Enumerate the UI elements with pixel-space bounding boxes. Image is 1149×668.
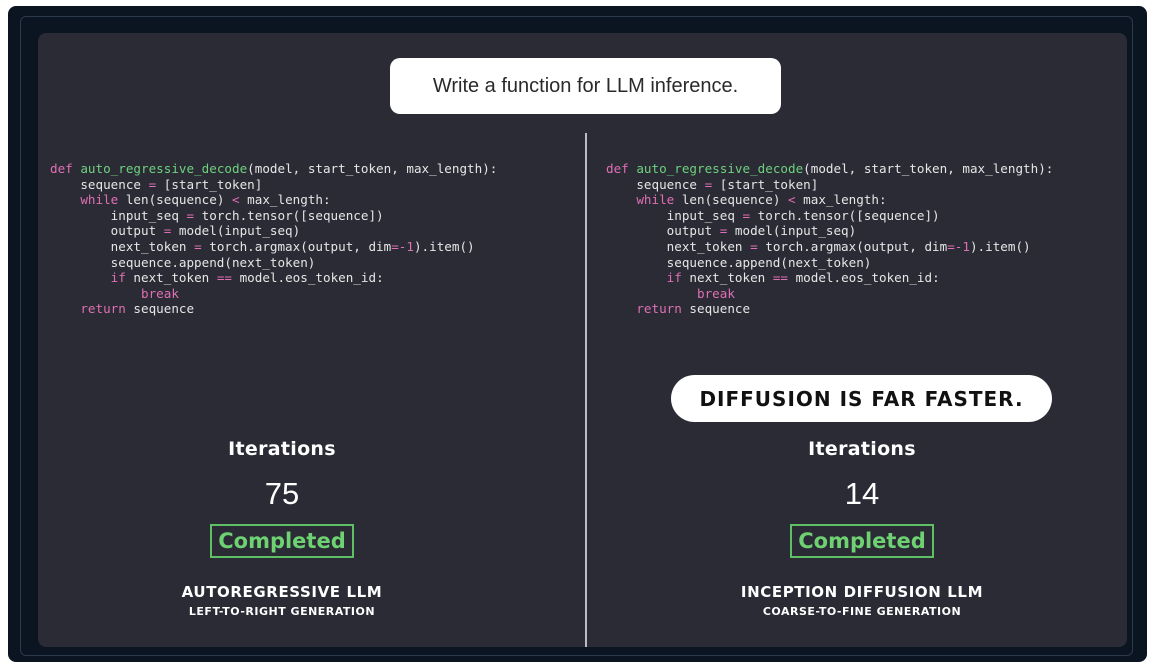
- code-token: input_seq: [50, 207, 187, 223]
- code-line: while len(sequence) < max_length:: [50, 192, 331, 208]
- code-block-diffusion: def auto_regressive_decode(model, start_…: [606, 161, 1053, 317]
- code-token: =: [742, 207, 751, 223]
- code-token: sequence: [125, 301, 195, 317]
- code-line: def auto_regressive_decode(model, start_…: [50, 161, 497, 176]
- iterations-count: 14: [844, 476, 880, 511]
- code-token: max_length:: [239, 192, 331, 208]
- code-token: if: [666, 270, 682, 286]
- code-token: break: [697, 285, 735, 301]
- code-line: break: [606, 286, 735, 301]
- code-token: while: [636, 192, 675, 208]
- code-token: <: [232, 192, 240, 208]
- code-line: sequence = [start_token]: [606, 177, 818, 192]
- model-name: AUTOREGRESSIVE LLM: [181, 583, 383, 601]
- code-token: <: [788, 192, 796, 208]
- code-token: torch.argmax(output, dim: [757, 238, 948, 254]
- code-line: if next_token == model.eos_token_id:: [606, 270, 940, 285]
- code-token: output: [50, 223, 164, 239]
- code-token: [start_token]: [712, 176, 819, 192]
- code-token: (model, start_token, max_length):: [247, 161, 498, 176]
- iterations-count: 75: [264, 476, 300, 511]
- code-token: next_token: [50, 238, 195, 254]
- code-line: sequence = [start_token]: [50, 177, 262, 192]
- code-token: model(input_seq): [171, 223, 301, 239]
- code-line: next_token = torch.argmax(output, dim=-1…: [50, 239, 475, 254]
- comparison-panel: Write a function for LLM inference. def …: [38, 33, 1127, 647]
- code-token: max_length:: [795, 192, 887, 208]
- code-token: auto_regressive_decode: [80, 161, 248, 176]
- code-token: sequence.append(next_token): [50, 254, 316, 270]
- code-token: model.eos_token_id:: [788, 270, 940, 286]
- code-token: torch.tensor([sequence]): [194, 207, 384, 223]
- code-token: model.eos_token_id:: [232, 270, 384, 286]
- code-line: input_seq = torch.tensor([sequence]): [606, 208, 940, 223]
- code-token: torch.tensor([sequence]): [750, 207, 940, 223]
- code-token: def: [50, 161, 73, 176]
- model-subtitle: COARSE-TO-FINE GENERATION: [762, 605, 962, 618]
- code-line: if next_token == model.eos_token_id:: [50, 270, 384, 285]
- completed-badge: Completed: [790, 524, 934, 558]
- code-token: return: [80, 301, 126, 317]
- code-token: =: [194, 238, 202, 254]
- code-token: ==: [216, 270, 233, 286]
- code-line: break: [50, 286, 179, 301]
- code-line: def auto_regressive_decode(model, start_…: [606, 161, 1053, 176]
- code-token: len(sequence): [118, 192, 232, 208]
- window-frame: Write a function for LLM inference. def …: [8, 6, 1147, 662]
- code-token: sequence.append(next_token): [606, 254, 872, 270]
- code-token: def: [606, 161, 629, 176]
- code-token: next_token: [681, 270, 773, 286]
- code-line: return sequence: [50, 301, 194, 316]
- code-token: while: [80, 192, 119, 208]
- code-token: sequence: [50, 176, 149, 192]
- code-line: while len(sequence) < max_length:: [606, 192, 887, 208]
- code-token: =-1: [947, 238, 970, 254]
- code-line: output = model(input_seq): [50, 223, 301, 239]
- code-token: ).item(): [969, 238, 1031, 254]
- iterations-label: Iterations: [228, 438, 336, 460]
- iterations-label: Iterations: [808, 438, 916, 460]
- code-token: return: [636, 301, 682, 317]
- code-token: output: [606, 223, 720, 239]
- code-token: (model, start_token, max_length):: [803, 161, 1054, 176]
- code-token: sequence: [606, 176, 705, 192]
- code-token: sequence: [681, 301, 751, 317]
- code-token: ==: [772, 270, 789, 286]
- diffusion-callout: DIFFUSION IS FAR FASTER.: [671, 375, 1052, 422]
- code-line: sequence.append(next_token): [50, 254, 316, 270]
- code-line: output = model(input_seq): [606, 223, 857, 239]
- code-token: =: [750, 238, 758, 254]
- code-line: next_token = torch.argmax(output, dim=-1…: [606, 239, 1031, 254]
- prompt-bubble: Write a function for LLM inference.: [390, 58, 781, 114]
- model-subtitle: LEFT-TO-RIGHT GENERATION: [188, 605, 376, 618]
- code-token: [start_token]: [156, 176, 263, 192]
- code-line: input_seq = torch.tensor([sequence]): [50, 208, 384, 223]
- model-name: INCEPTION DIFFUSION LLM: [740, 583, 984, 601]
- code-token: torch.argmax(output, dim: [201, 238, 392, 254]
- code-token: auto_regressive_decode: [636, 161, 804, 176]
- center-divider: [585, 133, 587, 647]
- code-token: =: [186, 207, 195, 223]
- code-token: if: [110, 270, 126, 286]
- code-block-autoregressive: def auto_regressive_decode(model, start_…: [50, 161, 497, 317]
- code-token: next_token: [606, 238, 751, 254]
- code-token: =-1: [391, 238, 414, 254]
- code-line: return sequence: [606, 301, 750, 316]
- code-token: break: [141, 285, 179, 301]
- code-token: input_seq: [606, 207, 743, 223]
- code-token: next_token: [125, 270, 217, 286]
- code-token: ).item(): [413, 238, 475, 254]
- code-line: sequence.append(next_token): [606, 254, 872, 270]
- code-token: len(sequence): [674, 192, 788, 208]
- code-token: model(input_seq): [727, 223, 857, 239]
- completed-badge: Completed: [210, 524, 354, 558]
